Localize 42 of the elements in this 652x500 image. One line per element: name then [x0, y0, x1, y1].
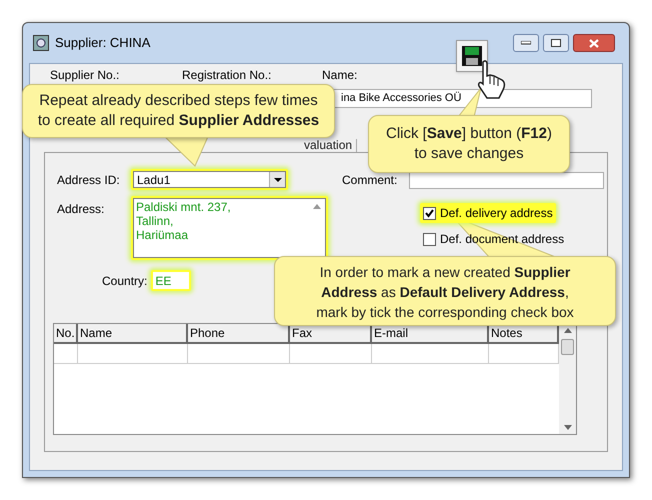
- window-title: Supplier: CHINA: [55, 34, 150, 52]
- field-label: Address ID:: [57, 172, 121, 188]
- field-label: Supplier No.:: [50, 67, 120, 84]
- scroll-up-icon[interactable]: [313, 204, 321, 209]
- close-button[interactable]: [573, 34, 615, 52]
- address-id-dropdown[interactable]: Ladu1: [133, 171, 286, 188]
- minimize-icon: [521, 41, 531, 45]
- maximize-button[interactable]: [543, 34, 569, 52]
- comment-field[interactable]: [409, 172, 604, 188]
- country-field[interactable]: EE: [153, 272, 190, 289]
- column-header[interactable]: No.: [54, 324, 78, 342]
- scroll-thumb[interactable]: [561, 339, 574, 355]
- dropdown-arrow-button[interactable]: [269, 172, 285, 187]
- close-icon: [589, 38, 599, 48]
- field-label: Name:: [322, 67, 358, 84]
- callout-text: In order to mark a new created Supplier Address as Default Delivery Address, mark by tick the corresponding check box: [315, 263, 575, 322]
- address-textarea[interactable]: Paldiski mnt. 237, Tallinn, Hariümaa: [133, 198, 326, 258]
- hand-cursor-icon: [475, 60, 507, 100]
- scroll-down-icon[interactable]: [564, 425, 572, 430]
- country-value: EE: [155, 272, 172, 290]
- checkbox[interactable]: [423, 232, 436, 246]
- checkbox-row[interactable]: Def. document address: [420, 229, 568, 249]
- column-header[interactable]: Name: [78, 324, 188, 342]
- dropdown-value: Ladu1: [137, 172, 170, 188]
- callout-text: Repeat already described steps few times to create all required Supplier Addresses: [36, 91, 320, 131]
- address-text: Paldiski mnt. 237, Tallinn, Hariümaa: [135, 199, 231, 244]
- scroll-up-icon[interactable]: [564, 328, 572, 333]
- app-icon: [33, 35, 49, 51]
- checkbox-label: Def. delivery address: [440, 205, 553, 222]
- checkbox-row[interactable]: Def. delivery address: [420, 203, 556, 223]
- caret-icon: [274, 178, 282, 182]
- checkbox-label: Def. document address: [440, 231, 564, 248]
- scrollbar[interactable]: [559, 324, 576, 434]
- callout-text: Click [Save] button (F12) to save changes: [385, 124, 553, 164]
- minimize-button[interactable]: [513, 34, 539, 52]
- field-label: Country:: [102, 272, 148, 290]
- restore-icon: [551, 39, 561, 47]
- checkbox[interactable]: [423, 206, 436, 220]
- save-toolbar-button[interactable]: [456, 40, 488, 72]
- field-label: Registration No.:: [182, 67, 272, 84]
- field-label: Comment:: [342, 172, 398, 189]
- field-label: Address:: [57, 201, 106, 218]
